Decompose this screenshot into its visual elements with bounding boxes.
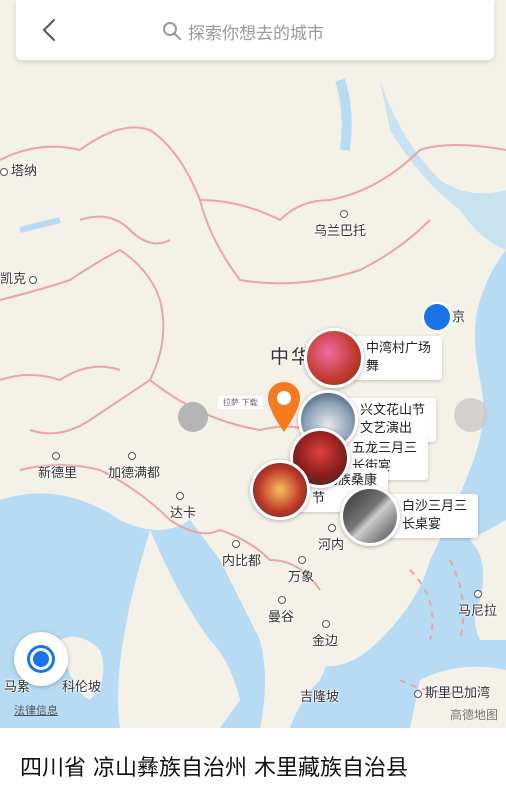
cluster-bubble[interactable]	[178, 402, 208, 432]
city-label: 曼谷	[268, 596, 294, 625]
city-label: 达卡	[170, 492, 196, 521]
search-input[interactable]: 探索你想去的城市	[162, 17, 324, 45]
city-label: 马尼拉	[458, 590, 497, 619]
city-label: 塔纳	[0, 160, 37, 179]
search-placeholder: 探索你想去的城市	[188, 23, 324, 44]
location-footer: 四川省 凉山彝族自治州 木里藏族自治县	[0, 728, 506, 804]
city-label: 新德里	[38, 452, 77, 481]
legal-info-link[interactable]: 法律信息	[14, 702, 58, 718]
marker-tooltip: 拉萨 下载	[218, 396, 263, 409]
cluster-bubble[interactable]	[454, 398, 488, 432]
city-label: 金边	[312, 620, 338, 649]
city-label: 吉隆坡	[300, 690, 340, 705]
event-photo	[304, 328, 364, 388]
location-marker-icon[interactable]	[266, 380, 302, 434]
map-logo: 高德地图	[449, 708, 498, 722]
map-view[interactable]: 中华 塔纳 乌兰巴托 凯克 新德里 加德满都 达卡 内比都 河内 万象 曼谷 金…	[0, 0, 506, 728]
chevron-left-icon	[42, 19, 55, 41]
city-label: 凯克	[0, 268, 40, 287]
city-label: 科伦坡	[62, 680, 102, 695]
event-pin[interactable]: 白沙三月三长桌宴	[340, 486, 478, 546]
locate-icon	[30, 648, 52, 670]
search-bar: 探索你想去的城市	[16, 0, 494, 60]
location-title: 四川省 凉山彝族自治州 木里藏族自治县	[20, 756, 408, 781]
event-photo	[340, 486, 400, 546]
city-label: 京	[452, 310, 466, 325]
back-button[interactable]	[34, 14, 64, 46]
event-photo	[250, 460, 310, 520]
search-icon	[163, 22, 181, 40]
locate-button[interactable]	[14, 632, 68, 686]
city-label: 内比都	[222, 540, 261, 569]
city-label: 加德满都	[108, 452, 160, 481]
city-label: 万象	[288, 556, 314, 585]
city-label: 斯里巴加湾	[414, 682, 490, 701]
city-label: 乌兰巴托	[314, 210, 366, 239]
event-pin[interactable]: 中湾村广场舞	[304, 328, 442, 388]
